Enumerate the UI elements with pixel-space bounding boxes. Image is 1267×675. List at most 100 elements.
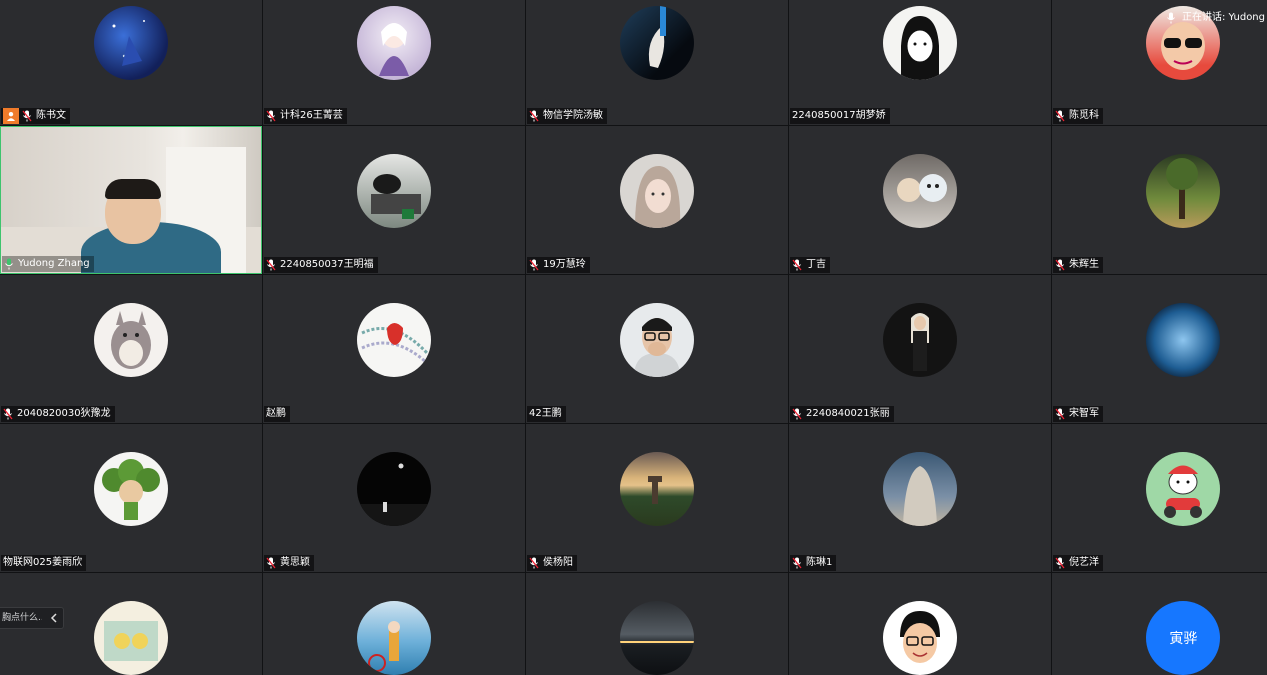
participant-avatar	[94, 6, 168, 80]
participant-name: 朱辉生	[1069, 259, 1099, 270]
participant-tile[interactable]: 黄思颖	[263, 424, 525, 572]
participant-tile[interactable]: 丁吉	[789, 126, 1051, 274]
participant-name: 陈觅科	[1069, 110, 1099, 121]
participant-tile[interactable]	[789, 573, 1051, 675]
participant-name: 宋智军	[1069, 408, 1099, 419]
participant-tile[interactable]: 计科26王菁芸	[263, 0, 525, 125]
participant-avatar	[357, 154, 431, 228]
participant-avatar	[357, 452, 431, 526]
participant-name: 陈书文	[36, 110, 66, 121]
participant-name: 物信学院汤敏	[543, 110, 603, 121]
mic-muted-icon	[266, 110, 276, 122]
participant-avatar	[94, 303, 168, 377]
participant-avatar	[1146, 154, 1221, 228]
participant-tile[interactable]	[526, 573, 788, 675]
participant-avatar	[357, 303, 431, 377]
participant-avatar	[883, 154, 957, 228]
avatar-initials: 寅骅	[1169, 631, 1198, 647]
mic-muted-icon	[529, 259, 539, 271]
participant-name-label: 侯杨阳	[527, 555, 577, 571]
participant-avatar	[883, 303, 957, 377]
participant-name-label: 黄思颖	[264, 555, 314, 571]
participant-tile[interactable]: 陈书文	[0, 0, 262, 125]
participant-tile[interactable]: 2240840021张丽	[789, 275, 1051, 423]
participant-name-label: 物联网025姜雨欣	[1, 555, 87, 571]
participant-name: 19万慧玲	[543, 259, 586, 270]
participant-avatar	[357, 601, 431, 675]
participant-name: 物联网025姜雨欣	[3, 557, 83, 568]
participant-name-label: 2240840021张丽	[790, 406, 894, 422]
participant-tile[interactable]: 2240850037王明福	[263, 126, 525, 274]
participant-tile[interactable]: 物联网025姜雨欣	[0, 424, 262, 572]
participant-name-label: 陈觅科	[1053, 108, 1103, 124]
participant-name: 赵鹏	[266, 408, 286, 419]
participant-avatar	[883, 6, 957, 80]
participant-grid: 陈书文 计科26王菁芸 物信学院汤敏 2240850017胡梦娇 陈觅科 Yud…	[0, 0, 1267, 675]
mic-muted-icon	[1055, 110, 1065, 122]
mic-muted-icon	[22, 110, 32, 122]
participant-avatar	[620, 154, 694, 228]
participant-name-label: 陈琳1	[790, 555, 837, 571]
participant-name: 丁吉	[806, 259, 826, 270]
mic-muted-icon	[792, 408, 802, 420]
participant-name-label: 2040820030狄豫龙	[1, 406, 115, 422]
participant-name-label: 赵鹏	[264, 406, 290, 422]
mic-muted-icon	[266, 259, 276, 271]
participant-tile[interactable]: 宋智军	[1052, 275, 1267, 423]
participant-name-label: Yudong Zhang	[2, 256, 94, 272]
participant-name: 2040820030狄豫龙	[17, 408, 111, 419]
chat-drawer-toggle[interactable]: 胸点什么...	[0, 607, 64, 629]
participant-avatar	[620, 303, 694, 377]
chat-preview-text: 胸点什么...	[2, 613, 42, 623]
participant-name: 2240840021张丽	[806, 408, 890, 419]
participant-name-label: 2240850017胡梦娇	[790, 108, 890, 124]
mic-muted-icon	[529, 110, 539, 122]
participant-video-tile[interactable]: Yudong Zhang	[0, 126, 262, 274]
participant-avatar	[883, 601, 957, 675]
participant-tile[interactable]: 倪艺洋	[1052, 424, 1267, 572]
participant-name: 计科26王菁芸	[280, 110, 343, 121]
participant-name: 倪艺洋	[1069, 557, 1099, 568]
participant-avatar	[357, 6, 431, 80]
mic-muted-icon	[266, 557, 276, 569]
participant-name-label: 计科26王菁芸	[264, 108, 347, 124]
participant-name-label: 朱辉生	[1053, 257, 1103, 273]
participant-name-label: 倪艺洋	[1053, 555, 1103, 571]
participant-tile[interactable]: 陈琳1	[789, 424, 1051, 572]
participant-name-label: 宋智军	[1053, 406, 1103, 422]
participant-tile[interactable]	[263, 573, 525, 675]
chevron-left-icon	[50, 613, 57, 623]
mic-muted-icon	[792, 259, 802, 271]
mic-muted-icon	[1055, 557, 1065, 569]
participant-name: 陈琳1	[806, 557, 833, 568]
participant-tile[interactable]: 寅骅	[1052, 573, 1267, 675]
participant-tile[interactable]: 2240850017胡梦娇	[789, 0, 1051, 125]
mic-active-icon	[5, 258, 13, 270]
mic-muted-icon	[792, 557, 802, 569]
active-speaker-text: 正在讲话: Yudong	[1182, 12, 1265, 23]
participant-name: 42王鹏	[529, 408, 562, 419]
participant-name-label: 陈书文	[1, 108, 70, 124]
participant-avatar	[1146, 303, 1221, 377]
video-feed	[1, 127, 261, 273]
participant-tile[interactable]: 赵鹏	[263, 275, 525, 423]
active-speaker-indicator: 正在讲话: Yudong	[1162, 10, 1267, 26]
participant-avatar	[1146, 452, 1221, 526]
mic-muted-icon	[1055, 408, 1065, 420]
participant-name-label: 物信学院汤敏	[527, 108, 607, 124]
participant-name-label: 丁吉	[790, 257, 830, 273]
participant-name: 黄思颖	[280, 557, 310, 568]
participant-tile[interactable]: 42王鹏	[526, 275, 788, 423]
participant-name-label: 2240850037王明福	[264, 257, 378, 273]
participant-name-label: 19万慧玲	[527, 257, 590, 273]
participant-name-label: 42王鹏	[527, 406, 566, 422]
participant-tile[interactable]: 2040820030狄豫龙	[0, 275, 262, 423]
participant-tile[interactable]: 19万慧玲	[526, 126, 788, 274]
participant-avatar	[620, 452, 694, 526]
participant-tile[interactable]: 物信学院汤敏	[526, 0, 788, 125]
participant-tile[interactable]: 侯杨阳	[526, 424, 788, 572]
participant-tile[interactable]: 朱辉生	[1052, 126, 1267, 274]
participant-avatar	[94, 601, 168, 675]
mic-active-icon	[1167, 12, 1175, 24]
participant-avatar	[620, 601, 694, 675]
